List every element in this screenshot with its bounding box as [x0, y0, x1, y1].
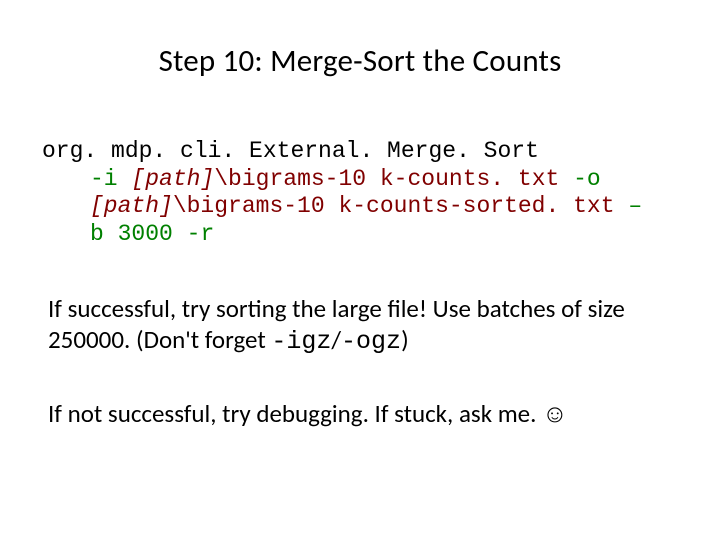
- code-line-2: [path]\bigrams-10 k-counts-sorted. txt –: [42, 193, 672, 221]
- flag-r: -r: [187, 221, 215, 247]
- arg-output: \bigrams-10 k-counts-sorted. txt: [173, 193, 615, 219]
- code-line-1: -i [path]\bigrams-10 k-counts. txt -o: [42, 166, 672, 194]
- flag-endash: –: [628, 193, 642, 219]
- path-placeholder-1: [path]: [131, 166, 214, 192]
- paragraph-success: If successful, try sorting the large fil…: [48, 294, 672, 357]
- slide-title: Step 10: Merge-Sort the Counts: [48, 42, 672, 80]
- code-line-3: b 3000 -r: [42, 221, 672, 249]
- flag-i: -i: [90, 166, 118, 192]
- arg-input: \bigrams-10 k-counts. txt: [214, 166, 559, 192]
- flag-b: b 3000: [90, 221, 173, 247]
- code-classname: org. mdp. cli. External. Merge. Sort: [42, 138, 672, 166]
- paragraph-fail: If not successful, try debugging. If stu…: [48, 399, 672, 430]
- path-placeholder-2: [path]: [90, 193, 173, 219]
- para1-post: ): [401, 324, 409, 355]
- flag-ogz: -ogz: [341, 327, 401, 356]
- flag-o: -o: [573, 166, 601, 192]
- code-block: org. mdp. cli. External. Merge. Sort -i …: [42, 138, 672, 248]
- para1-slash: /: [331, 324, 341, 355]
- slide-container: Step 10: Merge-Sort the Counts org. mdp.…: [0, 0, 720, 430]
- flag-igz: -igz: [271, 327, 331, 356]
